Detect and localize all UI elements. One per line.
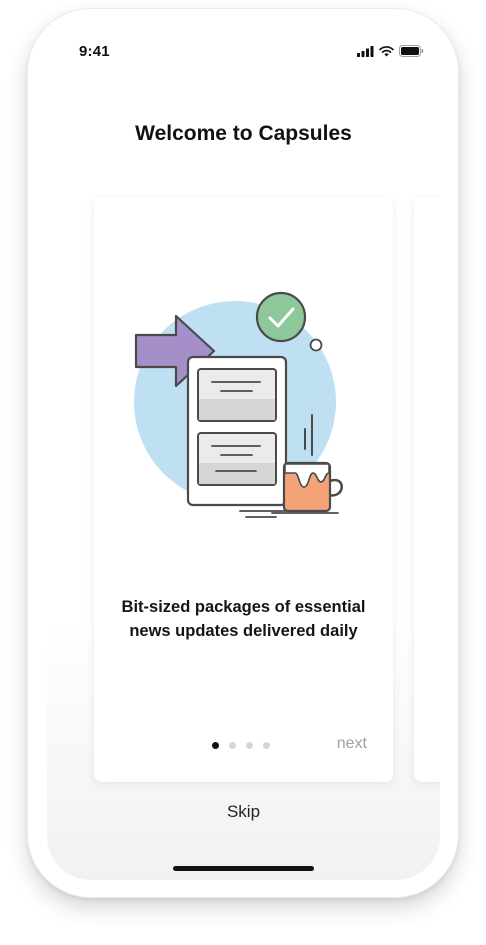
bubble-dot <box>309 338 323 352</box>
news-block-bottom <box>197 432 277 486</box>
page-title: Welcome to Capsules <box>135 122 352 145</box>
news-block-top <box>197 368 277 422</box>
skip-button[interactable]: Skip <box>47 802 440 822</box>
onboarding-card[interactable]: Bit-sized packages of essential news upd… <box>94 197 393 782</box>
page-indicator[interactable] <box>212 742 270 749</box>
page-dot-2[interactable] <box>229 742 236 749</box>
stage: 9:41 Welcome to Capsules Bit-sized packa… <box>0 0 486 945</box>
check-badge-icon <box>255 291 307 343</box>
signal-icon <box>357 46 374 57</box>
battery-icon <box>399 45 424 57</box>
page-dot-3[interactable] <box>246 742 253 749</box>
status-icons <box>357 45 424 57</box>
next-button[interactable]: next <box>337 735 367 753</box>
page-dot-1[interactable] <box>212 742 219 749</box>
phone-screen: 9:41 Welcome to Capsules Bit-sized packa… <box>47 26 440 880</box>
card-description: Bit-sized packages of essential news upd… <box>121 598 366 640</box>
next-card-preview[interactable] <box>414 197 440 782</box>
page-dot-4[interactable] <box>263 742 270 749</box>
home-indicator[interactable] <box>173 866 314 871</box>
news-capsule-illustration <box>134 291 343 518</box>
wifi-icon <box>379 46 394 57</box>
status-time: 9:41 <box>79 43 110 60</box>
